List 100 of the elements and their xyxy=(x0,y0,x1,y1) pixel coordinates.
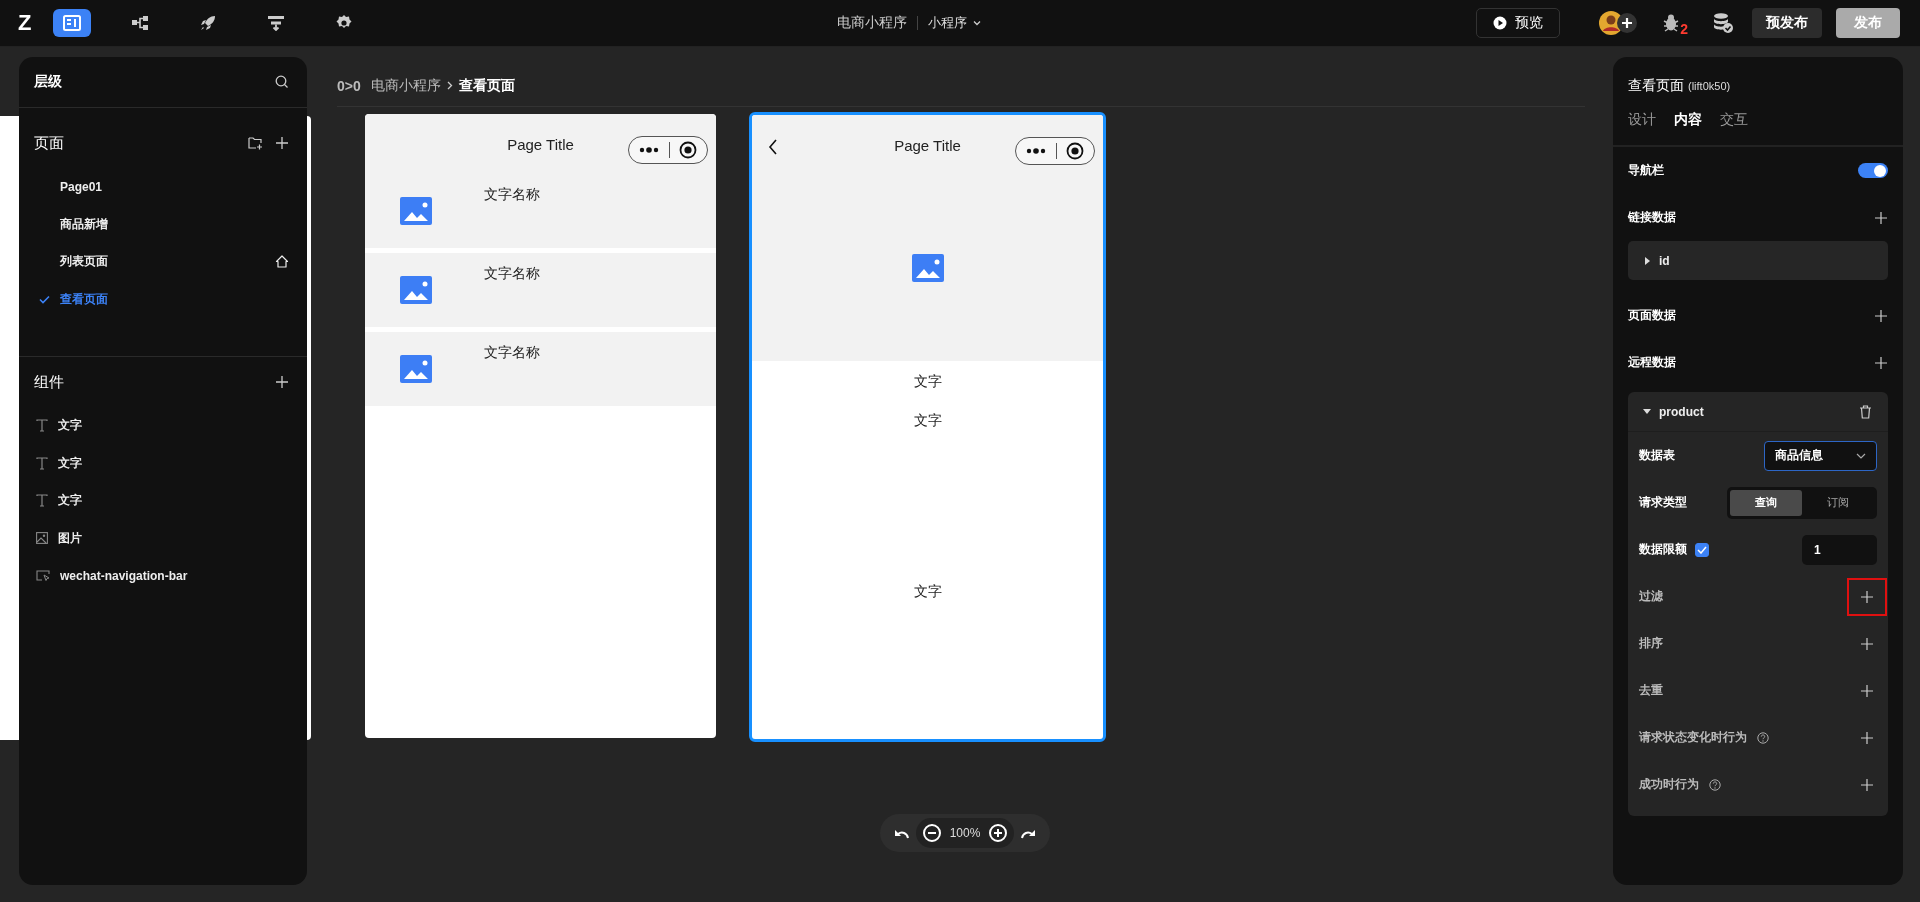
field-label: 排序 xyxy=(1639,635,1663,652)
capsule-menu[interactable] xyxy=(628,136,708,164)
segment-option[interactable]: 订阅 xyxy=(1802,489,1874,516)
add-button[interactable] xyxy=(1847,577,1887,616)
add-icon xyxy=(1860,777,1874,792)
breadcrumb-item[interactable]: 查看页面 xyxy=(458,76,515,95)
trash-icon[interactable] xyxy=(1859,404,1872,419)
zoom-level: 100% xyxy=(949,826,981,840)
text-icon xyxy=(36,456,48,470)
page-title: Page Title xyxy=(507,135,574,153)
search-icon[interactable] xyxy=(275,75,289,89)
limit-input[interactable]: 1 xyxy=(1802,534,1877,565)
add-icon xyxy=(1860,730,1874,745)
panel-title: 层级 xyxy=(34,73,62,91)
section-title: 组件 xyxy=(34,372,64,392)
database-check-icon[interactable] xyxy=(1712,12,1734,34)
list-item: 文字名称 xyxy=(365,253,716,327)
more-icon xyxy=(1025,148,1046,154)
chevron-icon xyxy=(446,81,453,90)
caret-icon xyxy=(1644,256,1650,265)
page-id: (lift0k50) xyxy=(1688,80,1731,92)
table-select[interactable]: 商品信息 xyxy=(1764,440,1877,471)
more-icon xyxy=(638,147,659,153)
bug-count: 2 xyxy=(1680,21,1688,37)
panel-title: 查看页面 xyxy=(1628,77,1684,95)
check-icon xyxy=(39,294,50,304)
field-label: 数据限额 xyxy=(1639,541,1687,558)
caret-icon xyxy=(973,20,981,26)
chevron-down-icon xyxy=(1856,452,1866,459)
checkbox[interactable] xyxy=(1695,542,1709,557)
page-item[interactable]: 列表页面 xyxy=(19,243,307,281)
undo-icon[interactable] xyxy=(893,827,910,839)
section-title: 页面数据 xyxy=(1628,307,1676,324)
navbar-icon xyxy=(36,570,50,582)
tab[interactable]: 交互 xyxy=(1720,111,1748,129)
page-item[interactable]: 商品新增 xyxy=(19,205,307,243)
page-title: Page Title xyxy=(894,136,961,154)
image-placeholder-icon xyxy=(911,254,944,282)
page-item[interactable]: 查看页面 xyxy=(19,280,307,318)
add-icon xyxy=(1860,589,1874,604)
zoom-in-icon[interactable] xyxy=(988,823,1009,843)
phone-page[interactable]: Page Title 文字 文字 文字 xyxy=(749,112,1106,742)
app-name: 电商小程序 xyxy=(837,14,907,32)
list-item: 文字名称 xyxy=(365,174,716,248)
component-item[interactable]: 文字 xyxy=(19,407,307,445)
add-icon[interactable] xyxy=(275,136,289,150)
field-label: 去重 xyxy=(1639,682,1663,699)
avatar-add-icon[interactable] xyxy=(1598,9,1638,37)
section-title: 页面 xyxy=(34,133,64,153)
play-icon xyxy=(1493,16,1507,30)
add-icon[interactable] xyxy=(1874,210,1888,225)
list-item: 文字名称 xyxy=(365,332,716,406)
section-title: 远程数据 xyxy=(1628,354,1676,371)
tab[interactable]: 内容 xyxy=(1674,111,1702,129)
field-label: 导航栏 xyxy=(1628,162,1664,179)
field-label: 数据表 xyxy=(1639,447,1675,464)
preview-button[interactable]: 预览 xyxy=(1476,8,1560,38)
add-icon xyxy=(1860,683,1874,698)
add-icon[interactable] xyxy=(275,375,289,389)
capsule-menu[interactable] xyxy=(1015,137,1095,165)
help-icon[interactable] xyxy=(1757,731,1769,744)
page-item[interactable]: Page01 xyxy=(19,168,307,206)
text-icon xyxy=(36,419,48,433)
data-source-toggle[interactable]: product xyxy=(1643,404,1704,419)
breadcrumb-icon: 0>0 xyxy=(337,77,361,94)
field-label: 请求状态变化时行为 xyxy=(1639,729,1747,746)
pre-publish-button[interactable]: 预发布 xyxy=(1752,8,1822,38)
toggle-switch[interactable] xyxy=(1858,163,1888,178)
image-placeholder-icon xyxy=(400,197,432,225)
field-label: 请求类型 xyxy=(1639,494,1687,511)
image-placeholder-icon xyxy=(400,276,432,304)
image-icon xyxy=(36,532,48,545)
component-item[interactable]: 文字 xyxy=(19,482,307,520)
component-item[interactable]: wechat-navigation-bar xyxy=(19,557,307,595)
zoom-out-icon[interactable] xyxy=(921,823,942,843)
app-type-dropdown[interactable]: 小程序 xyxy=(928,14,981,32)
add-icon[interactable] xyxy=(1874,355,1888,370)
text-label: 文字 xyxy=(913,373,942,391)
add-icon xyxy=(1860,636,1874,651)
back-icon[interactable] xyxy=(768,139,778,155)
component-item[interactable]: 文字 xyxy=(19,444,307,482)
folder-add-icon[interactable] xyxy=(248,136,263,150)
segment-option[interactable]: 查询 xyxy=(1730,489,1802,516)
layout-tool-icon[interactable] xyxy=(53,9,92,37)
param-item[interactable]: id xyxy=(1628,241,1888,280)
logo: Z xyxy=(18,10,32,36)
tab[interactable]: 设计 xyxy=(1628,111,1656,129)
breadcrumb-item[interactable]: 电商小程序 xyxy=(370,76,441,95)
field-label: 过滤 xyxy=(1639,588,1663,605)
text-label: 文字 xyxy=(913,583,942,601)
field-label: 成功时行为 xyxy=(1639,776,1699,793)
phone-page[interactable]: Page Title 文字名称 文字名称 文字名称 xyxy=(365,114,716,738)
image-placeholder-icon xyxy=(400,355,432,383)
component-item[interactable]: 图片 xyxy=(19,519,307,557)
text-icon xyxy=(36,494,48,508)
section-title: 链接数据 xyxy=(1628,209,1676,226)
add-icon[interactable] xyxy=(1874,308,1888,323)
help-icon[interactable] xyxy=(1709,778,1721,791)
caret-icon xyxy=(1643,408,1651,415)
text-label: 文字 xyxy=(913,412,942,430)
